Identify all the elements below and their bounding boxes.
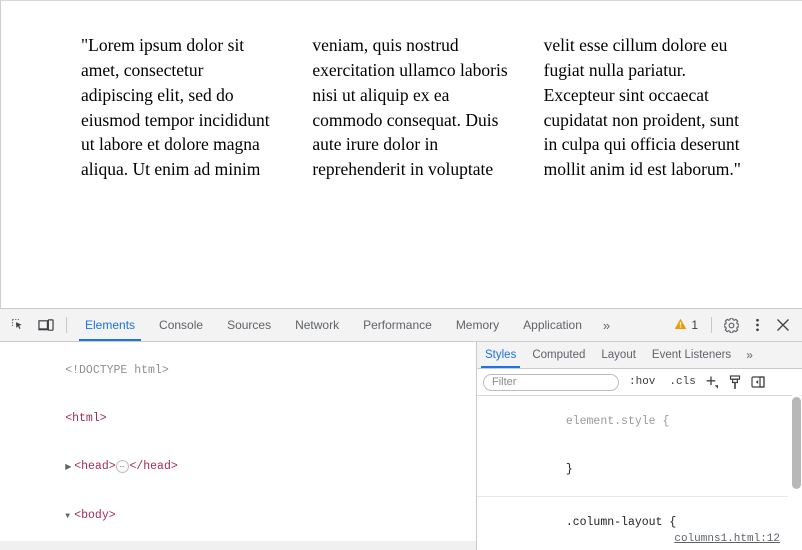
html-open-tag: <html> [65,412,106,425]
tab-layout[interactable]: Layout [593,342,644,368]
tab-network[interactable]: Network [283,309,351,341]
column-text-3: fugiat nulla pariatur. Excepteur sint oc… [544,60,741,179]
tab-layout-label: Layout [601,349,636,361]
browser-viewport: "Lorem ipsum dolor sit amet, consectetur… [0,0,802,308]
styles-more-tabs-label: » [746,348,753,362]
styles-scrollbar-thumb[interactable] [792,397,801,489]
tab-computed-label: Computed [532,349,585,361]
device-toolbar-icon[interactable] [32,318,60,333]
more-tabs-icon[interactable]: » [594,309,619,341]
dom-tree-pane[interactable]: <!DOCTYPE html> <html> ▶<head>…</head> ▼… [0,342,477,550]
tab-application-label: Application [523,318,582,332]
tab-elements[interactable]: Elements [73,309,147,341]
styles-scrollbar[interactable] [792,395,801,548]
head-open-tag: <head> [74,460,115,473]
tab-event-listeners[interactable]: Event Listeners [644,342,739,368]
toolbar-left-icon-group [0,309,73,341]
body-open-tag: <body> [74,509,115,522]
tab-application[interactable]: Application [511,309,594,341]
tab-styles-label: Styles [485,349,516,361]
styles-rules-list[interactable]: element.style { } .column-layout { colum… [477,396,802,550]
toggle-sidebar-icon[interactable] [748,372,769,392]
column-text-2: nostrud exercitation ullamco laboris nis… [312,35,727,179]
head-close-tag: </head> [129,460,177,473]
tab-sources[interactable]: Sources [215,309,283,341]
tab-performance[interactable]: Performance [351,309,444,341]
tab-styles[interactable]: Styles [477,342,524,368]
rule-element-style-selector-text: element.style { [566,415,670,428]
styles-pane: Styles Computed Layout Event Listeners »… [477,342,802,550]
tab-performance-label: Performance [363,318,432,332]
warning-count: 1 [691,318,698,332]
head-collapsed-children-pill[interactable]: … [116,460,130,473]
rule-column-layout-selector-text: .column-layout { [566,516,676,529]
dom-line-body-open[interactable]: ▼<body> [0,492,476,541]
tab-sources-label: Sources [227,318,271,332]
devtools-main-toolbar: Elements Console Sources Network Perform… [0,309,802,342]
doctype-text: <!DOCTYPE html> [65,364,169,377]
styles-filter-input[interactable] [483,374,619,391]
rule-column-layout[interactable]: .column-layout { columns1.html:12 column… [477,497,788,550]
rule-element-style[interactable]: element.style { } [477,396,788,497]
page-body: "Lorem ipsum dolor sit amet, consectetur… [1,1,802,182]
close-icon[interactable] [770,313,796,337]
tab-memory[interactable]: Memory [444,309,511,341]
dom-line-html-open[interactable]: <html> [0,395,476,443]
column-text-1: "Lorem ipsum dolor sit amet, consectetur… [81,35,402,179]
toolbar-divider [66,317,67,333]
toolbar-divider-right [711,317,712,333]
column-layout-div: "Lorem ipsum dolor sit amet, consectetur… [81,33,741,182]
dom-line-doctype[interactable]: <!DOCTYPE html> [0,347,476,395]
hov-button[interactable]: :hov [625,375,659,389]
tab-elements-label: Elements [85,318,135,332]
tab-event-listeners-label: Event Listeners [652,349,731,361]
styles-more-tabs-icon[interactable]: » [739,342,760,368]
add-style-rule-icon[interactable] [702,372,723,392]
tab-memory-label: Memory [456,318,499,332]
tab-console-label: Console [159,318,203,332]
body-collapse-arrow-icon[interactable]: ▼ [65,509,74,525]
inspect-element-icon[interactable] [4,318,32,333]
styles-filter-bar: :hov .cls [477,369,802,396]
more-tabs-label: » [603,318,610,333]
devtools-tab-strip: Elements Console Sources Network Perform… [73,309,619,341]
styles-tab-strip: Styles Computed Layout Event Listeners » [477,342,802,369]
gear-icon[interactable] [718,313,744,337]
kebab-menu-icon[interactable] [744,313,770,337]
cls-button[interactable]: .cls [665,375,699,389]
rule-column-layout-selector: .column-layout { columns1.html:12 [477,499,788,550]
head-expand-arrow-icon[interactable]: ▶ [65,460,74,476]
devtools-body: <!DOCTYPE html> <html> ▶<head>…</head> ▼… [0,342,802,550]
warning-triangle-icon [674,318,687,333]
element-classes-icon[interactable] [725,372,746,392]
rule-column-layout-source-link[interactable]: columns1.html:12 [674,531,780,547]
toolbar-right-group: 1 [667,309,802,341]
rule-element-style-close: } [477,446,788,494]
tab-computed[interactable]: Computed [524,342,593,368]
rule-element-style-selector: element.style { [477,398,788,446]
devtools-window: Elements Console Sources Network Perform… [0,308,802,549]
warning-badge[interactable]: 1 [667,318,705,333]
tab-network-label: Network [295,318,339,332]
dom-line-head[interactable]: ▶<head>…</head> [0,443,476,492]
tab-console[interactable]: Console [147,309,215,341]
rule-element-style-close-brace: } [566,463,573,476]
